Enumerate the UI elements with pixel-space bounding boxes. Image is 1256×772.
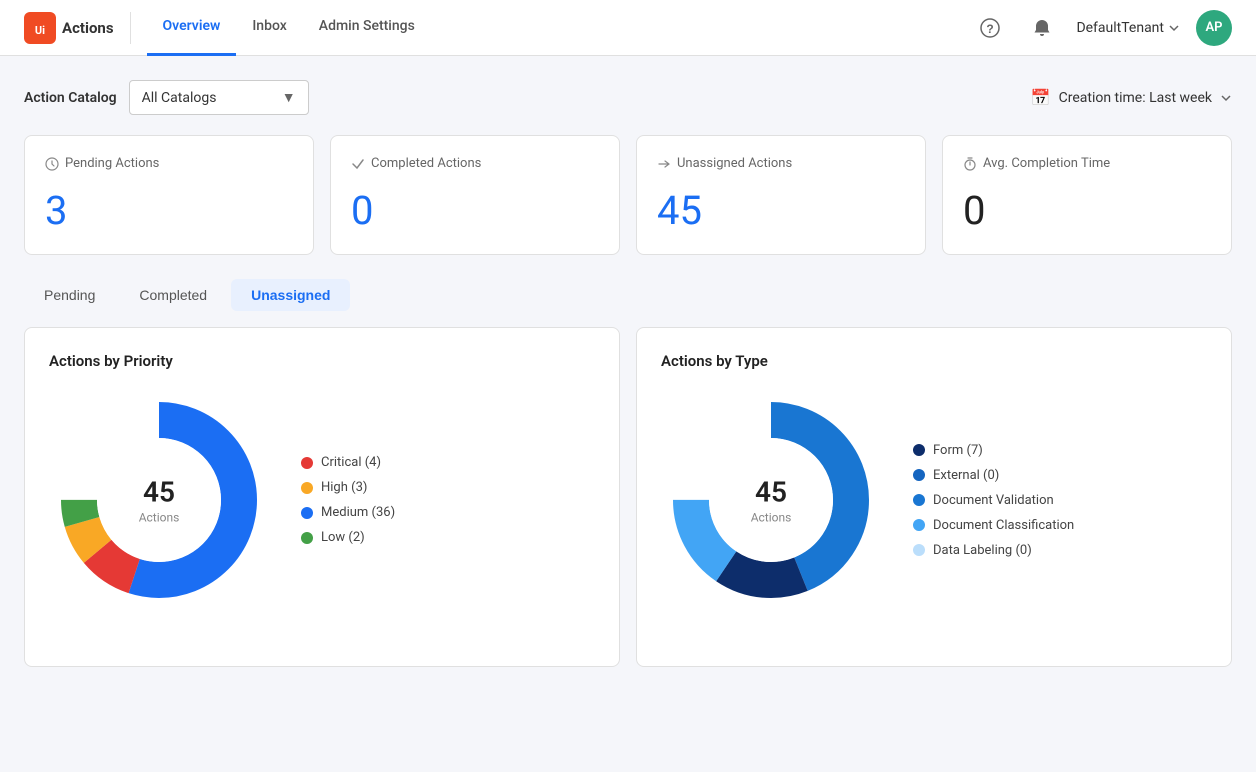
external-label: External (0) — [933, 468, 999, 483]
stats-row: Pending Actions 3 Completed Actions 0 Un… — [24, 135, 1232, 255]
header-divider — [130, 12, 131, 44]
donut-type-area: 45 Actions Form (7) External (0) — [661, 390, 1207, 610]
stat-value-pending: 3 — [45, 187, 293, 234]
svg-text:Ui: Ui — [35, 24, 45, 37]
help-icon: ? — [980, 18, 1000, 38]
app-name: Actions — [62, 19, 114, 37]
main-nav: Overview Inbox Admin Settings — [147, 0, 973, 56]
medium-label: Medium (36) — [321, 505, 395, 520]
stat-value-completed: 0 — [351, 187, 599, 234]
legend-low: Low (2) — [301, 530, 395, 545]
charts-row: Actions by Priority — [24, 327, 1232, 667]
stat-value-unassigned: 45 — [657, 187, 905, 234]
catalog-value: All Catalogs — [142, 90, 217, 106]
bell-icon — [1032, 18, 1052, 38]
check-icon — [351, 157, 365, 171]
tab-pending[interactable]: Pending — [24, 279, 115, 311]
date-filter[interactable]: 📅 Creation time: Last week — [1031, 88, 1232, 107]
uipath-logo-icon: Ui — [24, 12, 56, 44]
app-header: Ui Actions Overview Inbox Admin Settings… — [0, 0, 1256, 56]
avatar: AP — [1196, 10, 1232, 46]
priority-donut-svg — [49, 390, 269, 610]
stat-value-avg-time: 0 — [963, 187, 1211, 234]
doc-validation-label: Document Validation — [933, 493, 1054, 508]
tenant-name: DefaultTenant — [1076, 20, 1164, 36]
stat-title-unassigned: Unassigned Actions — [657, 156, 905, 171]
chart-type-title: Actions by Type — [661, 352, 1207, 370]
date-filter-label: Creation time: Last week — [1059, 90, 1212, 106]
stat-card-completed: Completed Actions 0 — [330, 135, 620, 255]
clock-icon — [45, 157, 59, 171]
legend-high: High (3) — [301, 480, 395, 495]
legend-doc-classification: Document Classification — [913, 518, 1074, 533]
filter-bar: Action Catalog All Catalogs ▼ 📅 Creation… — [24, 80, 1232, 115]
low-label: Low (2) — [321, 530, 365, 545]
medium-dot — [301, 507, 313, 519]
high-label: High (3) — [321, 480, 367, 495]
catalog-dropdown[interactable]: All Catalogs ▼ — [129, 80, 309, 115]
help-button[interactable]: ? — [972, 10, 1008, 46]
donut-priority-chart: 45 Actions — [49, 390, 269, 610]
catalog-label: Action Catalog — [24, 90, 117, 106]
dropdown-chevron-icon: ▼ — [282, 89, 296, 106]
filter-left: Action Catalog All Catalogs ▼ — [24, 80, 309, 115]
critical-dot — [301, 457, 313, 469]
chart-priority: Actions by Priority — [24, 327, 620, 667]
doc-validation-dot — [913, 494, 925, 506]
chevron-down-icon — [1168, 22, 1180, 34]
high-dot — [301, 482, 313, 494]
stat-card-avg-time: Avg. Completion Time 0 — [942, 135, 1232, 255]
stat-title-pending: Pending Actions — [45, 156, 293, 171]
header-right: ? DefaultTenant AP — [972, 10, 1232, 46]
data-labeling-label: Data Labeling (0) — [933, 543, 1032, 558]
calendar-icon: 📅 — [1031, 88, 1051, 107]
form-dot — [913, 444, 925, 456]
donut-priority-area: 45 Actions Critical (4) High (3) — [49, 390, 595, 610]
stat-card-pending: Pending Actions 3 — [24, 135, 314, 255]
notifications-button[interactable] — [1024, 10, 1060, 46]
tabs-row: Pending Completed Unassigned — [24, 279, 1232, 311]
legend-data-labeling: Data Labeling (0) — [913, 543, 1074, 558]
form-label: Form (7) — [933, 443, 983, 458]
arrow-icon — [657, 157, 671, 171]
logo: Ui Actions — [24, 12, 114, 44]
type-donut-svg — [661, 390, 881, 610]
external-dot — [913, 469, 925, 481]
legend-critical: Critical (4) — [301, 455, 395, 470]
date-chevron-icon — [1220, 92, 1232, 104]
stat-card-unassigned: Unassigned Actions 45 — [636, 135, 926, 255]
nav-overview[interactable]: Overview — [147, 0, 237, 56]
tab-completed[interactable]: Completed — [119, 279, 227, 311]
nav-admin-settings[interactable]: Admin Settings — [303, 0, 431, 56]
nav-inbox[interactable]: Inbox — [236, 0, 302, 56]
donut-type-chart: 45 Actions — [661, 390, 881, 610]
tenant-selector[interactable]: DefaultTenant — [1076, 20, 1180, 36]
legend-external: External (0) — [913, 468, 1074, 483]
chart-priority-title: Actions by Priority — [49, 352, 595, 370]
legend-medium: Medium (36) — [301, 505, 395, 520]
doc-classification-label: Document Classification — [933, 518, 1074, 533]
critical-label: Critical (4) — [321, 455, 381, 470]
low-dot — [301, 532, 313, 544]
legend-form: Form (7) — [913, 443, 1074, 458]
stat-title-completed: Completed Actions — [351, 156, 599, 171]
priority-legend: Critical (4) High (3) Medium (36) Low (2… — [301, 455, 395, 545]
timer-icon — [963, 157, 977, 171]
svg-text:?: ? — [987, 22, 994, 36]
doc-classification-dot — [913, 519, 925, 531]
stat-title-avg-time: Avg. Completion Time — [963, 156, 1211, 171]
chart-type: Actions by Type — [636, 327, 1232, 667]
data-labeling-dot — [913, 544, 925, 556]
type-legend: Form (7) External (0) Document Validatio… — [913, 443, 1074, 558]
tab-unassigned[interactable]: Unassigned — [231, 279, 350, 311]
legend-doc-validation: Document Validation — [913, 493, 1074, 508]
page-content: Action Catalog All Catalogs ▼ 📅 Creation… — [0, 56, 1256, 691]
